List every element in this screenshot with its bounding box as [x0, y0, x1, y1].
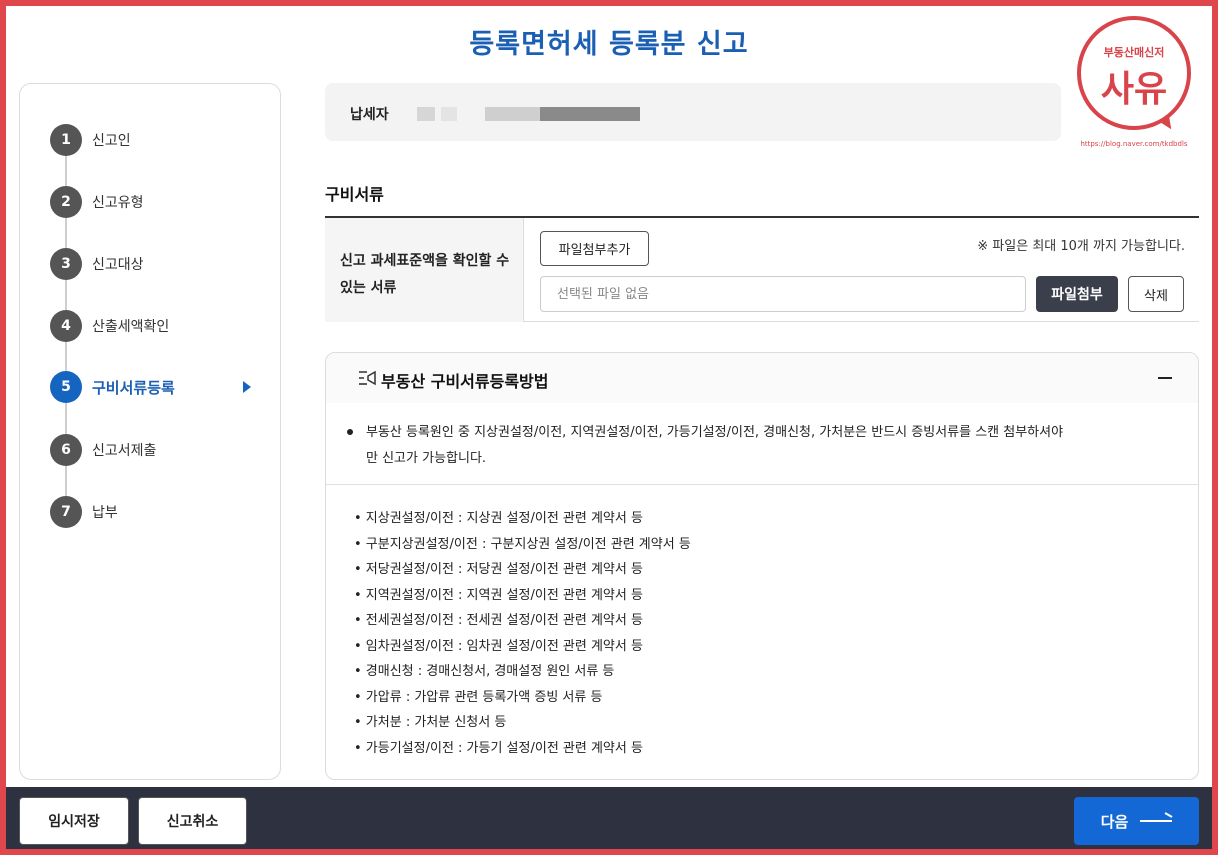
- stamp-main-text: 사유: [1100, 68, 1168, 110]
- list-item: • 저당권설정/이전 : 저당권 설정/이전 관련 계약서 등: [354, 562, 643, 577]
- step-6[interactable]: 6 신고서제출: [50, 434, 260, 466]
- redacted-name: [441, 107, 457, 121]
- step-label: 납부: [92, 505, 118, 521]
- step-1[interactable]: 1 신고인: [50, 124, 260, 156]
- registration-guide-panel: 부동산 구비서류등록방법 부동산 등록원인 중 지상권설정/이전, 지역권설정/…: [325, 352, 1199, 780]
- step-number: 3: [50, 248, 82, 280]
- stamp-top-text: 부동산매신저: [1103, 46, 1165, 59]
- current-step-arrow-icon: [243, 381, 251, 393]
- file-limit-note: ※ 파일은 최대 10개 까지 가능합니다.: [977, 239, 1185, 254]
- documents-row-label: 신고 과세표준액을 확인할 수 있는 서류: [340, 253, 510, 296]
- step-label: 신고인: [92, 133, 131, 149]
- step-number: 6: [50, 434, 82, 466]
- list-item: • 가압류 : 가압류 관련 등록가액 증빙 서류 등: [354, 689, 603, 705]
- step-2[interactable]: 2 신고유형: [50, 186, 260, 218]
- list-item: • 임차권설정/이전 : 임차권 설정/이전 관련 계약서 등: [354, 638, 643, 654]
- temp-save-button[interactable]: 임시저장: [19, 797, 129, 845]
- step-label: 신고유형: [92, 195, 144, 211]
- collapse-icon[interactable]: [1158, 377, 1172, 379]
- documents-section-title: 구비서류: [325, 185, 384, 204]
- guide-notice: 부동산 등록원인 중 지상권설정/이전, 지역권설정/이전, 가등기설정/이전,…: [326, 403, 1198, 485]
- guide-header[interactable]: 부동산 구비서류등록방법: [326, 353, 1198, 403]
- step-number: 1: [50, 124, 82, 156]
- list-item: • 가처분 : 가처분 신청서 등: [354, 715, 507, 730]
- bottom-action-bar: 임시저장 신고취소 다음: [0, 787, 1218, 855]
- next-button-label: 다음: [1100, 812, 1129, 831]
- step-7[interactable]: 7 납부: [50, 496, 260, 528]
- blog-stamp-logo: 부동산매신저 사유 https://blog.naver.com/tkdbdls: [1073, 14, 1195, 152]
- redacted-id: [540, 107, 640, 121]
- step-5-current[interactable]: 5 구비서류등록: [50, 371, 260, 403]
- documents-row-header: 신고 과세표준액을 확인할 수 있는 서류: [325, 218, 524, 322]
- guide-notice-text: 부동산 등록원인 중 지상권설정/이전, 지역권설정/이전, 가등기설정/이전,…: [366, 425, 1064, 466]
- step-label: 신고대상: [92, 257, 144, 273]
- step-4[interactable]: 4 산출세액확인: [50, 310, 260, 342]
- step-number: 5: [50, 371, 82, 403]
- redacted-id: [485, 107, 540, 121]
- megaphone-list-icon: [359, 370, 376, 386]
- taxpayer-box: 납세자: [325, 83, 1061, 141]
- step-number: 2: [50, 186, 82, 218]
- bullet-icon: [347, 429, 353, 435]
- delete-file-button[interactable]: 삭제: [1128, 276, 1184, 312]
- list-item: • 지상권설정/이전 : 지상권 설정/이전 관련 계약서 등: [354, 511, 643, 526]
- step-label: 구비서류등록: [92, 378, 175, 397]
- list-item: • 전세권설정/이전 : 전세권 설정/이전 관련 계약서 등: [354, 613, 643, 628]
- redacted-name: [417, 107, 435, 121]
- step-label: 신고서제출: [92, 443, 157, 459]
- arrow-right-icon: [1140, 816, 1173, 826]
- step-number: 4: [50, 310, 82, 342]
- cancel-report-button[interactable]: 신고취소: [138, 797, 247, 845]
- add-file-slot-button[interactable]: 파일첨부추가: [540, 231, 649, 266]
- guide-title: 부동산 구비서류등록방법: [381, 372, 549, 391]
- list-item: • 구분지상권설정/이전 : 구분지상권 설정/이전 관련 계약서 등: [354, 536, 691, 552]
- required-documents-list: • 지상권설정/이전 : 지상권 설정/이전 관련 계약서 등 • 구분지상권설…: [354, 506, 691, 761]
- step-3[interactable]: 3 신고대상: [50, 248, 260, 280]
- step-number: 7: [50, 496, 82, 528]
- taxpayer-label: 납세자: [350, 107, 389, 123]
- selected-file-field[interactable]: [540, 276, 1026, 312]
- list-item: • 가등기설정/이전 : 가등기 설정/이전 관련 계약서 등: [354, 740, 643, 756]
- attach-file-button[interactable]: 파일첨부: [1036, 276, 1118, 312]
- list-item: • 경매신청 : 경매신청서, 경매설정 원인 서류 등: [354, 664, 615, 679]
- step-label: 산출세액확인: [92, 319, 170, 335]
- page-title: 등록면허세 등록분 신고: [469, 29, 749, 60]
- next-button[interactable]: 다음: [1074, 797, 1199, 845]
- list-item: • 지역권설정/이전 : 지역권 설정/이전 관련 계약서 등: [354, 587, 643, 603]
- documents-table: 신고 과세표준액을 확인할 수 있는 서류 파일첨부추가 ※ 파일은 최대 10…: [325, 216, 1199, 322]
- stamp-url: https://blog.naver.com/tkdbdls: [1080, 140, 1188, 148]
